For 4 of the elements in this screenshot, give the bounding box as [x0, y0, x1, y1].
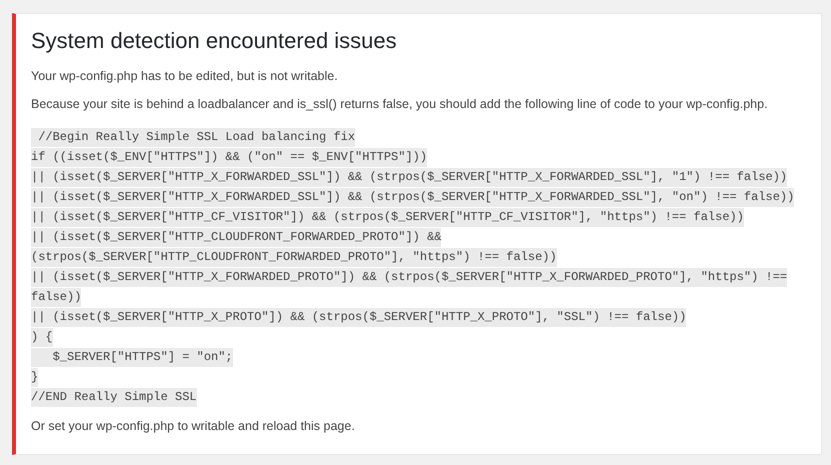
- notice-text: Your wp-config.php has to be edited, but is not writable.: [31, 68, 339, 85]
- notice-text: Or set your wp-config.php to writable and reload this page.: [31, 418, 356, 435]
- notice-title: System detection encountered issues: [31, 28, 398, 54]
- notice-text: Because your site is behind a loadbalancer and is_ssl() returns false, you should add the following line of code to your wp-config.php.: [31, 96, 769, 113]
